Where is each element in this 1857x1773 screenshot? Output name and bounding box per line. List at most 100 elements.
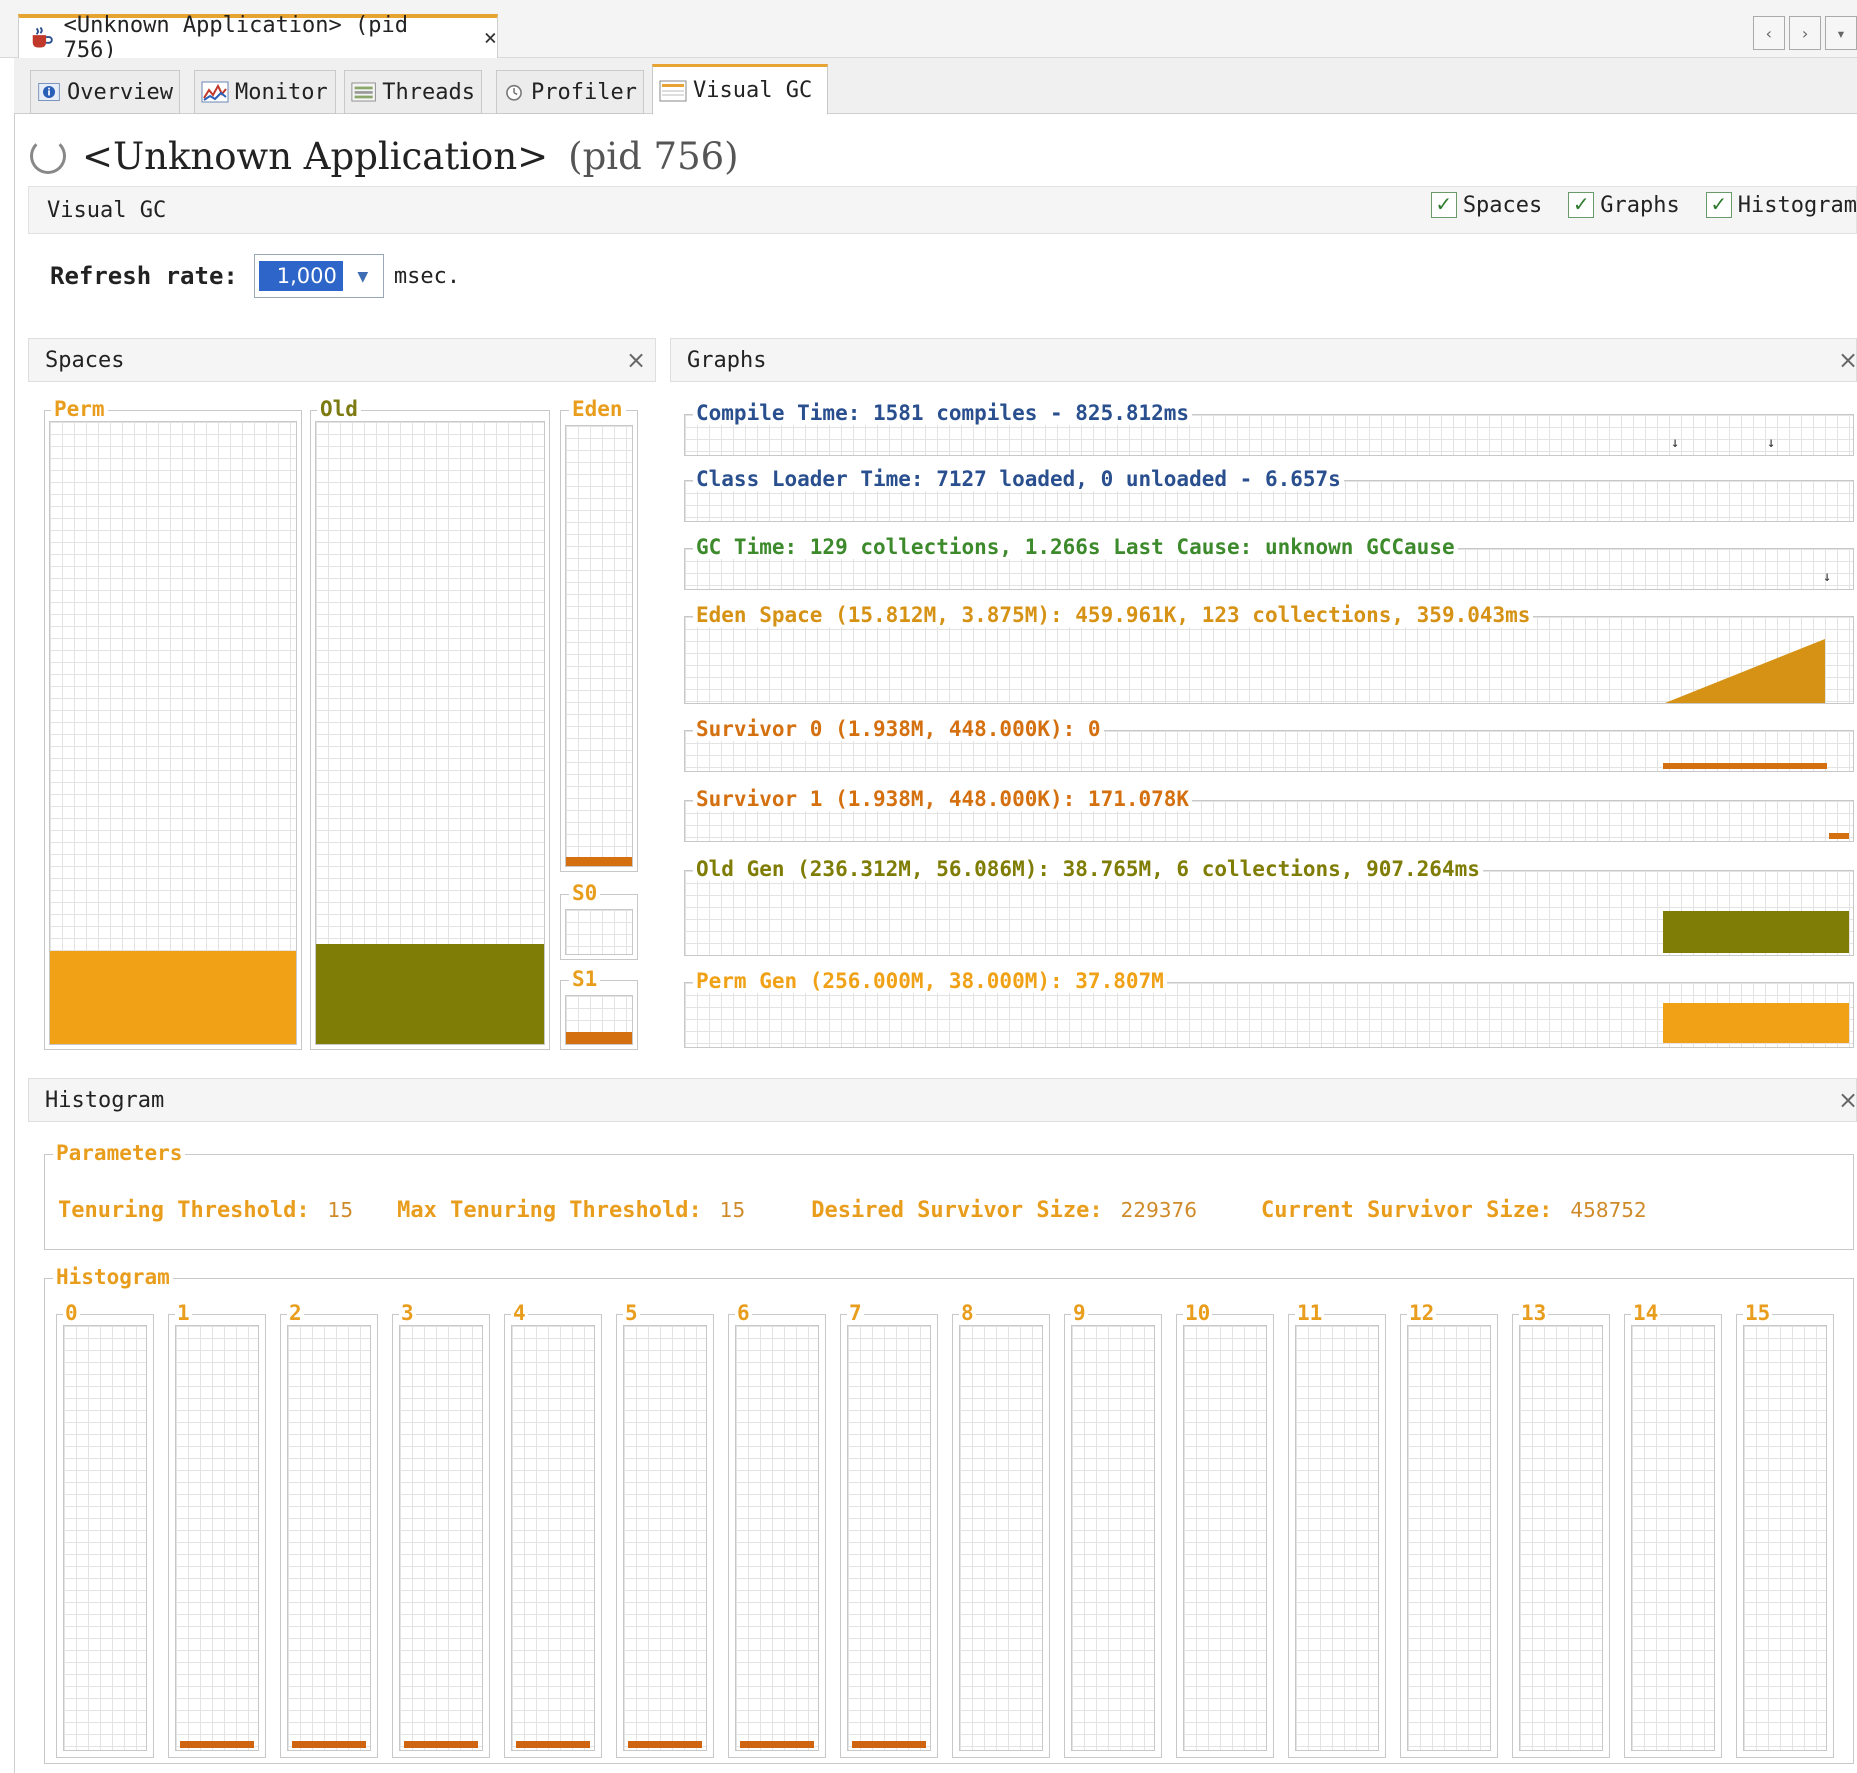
histogram-bucket-grid — [511, 1325, 595, 1751]
perm-space-label: Perm — [51, 397, 108, 421]
refresh-rate-label: Refresh rate: — [50, 262, 238, 290]
old-gen-usage — [1663, 911, 1849, 953]
visual-gc-icon — [659, 80, 687, 101]
histogram-bucket-label: 13 — [1519, 1301, 1549, 1325]
tab-profiler[interactable]: Profiler — [496, 70, 644, 114]
spaces-checkbox[interactable]: ✓ Spaces — [1430, 192, 1542, 218]
application-name: <Unknown Application> — [82, 134, 549, 178]
histogram-bucket: 0 — [56, 1301, 154, 1758]
content-border — [14, 114, 15, 1773]
old-gen-graph: Old Gen (236.312M, 56.086M): 38.765M, 6 … — [684, 857, 1854, 956]
tenuring-threshold-value: 15 — [327, 1198, 354, 1222]
perm-space-frame: Perm — [44, 397, 302, 1050]
histogram-bucket-grid — [847, 1325, 931, 1751]
chevron-down-icon[interactable]: ▼ — [343, 266, 383, 287]
survivor-0-graph: Survivor 0 (1.938M, 448.000K): 0 — [684, 717, 1854, 772]
histogram-bucket: 11 — [1288, 1301, 1386, 1758]
perm-gen-usage — [1663, 1003, 1849, 1043]
histogram-bucket-label: 3 — [399, 1301, 416, 1325]
histogram-bucket: 7 — [840, 1301, 938, 1758]
tab-visual-gc[interactable]: Visual GC — [652, 64, 828, 115]
tab-label: Profiler — [531, 79, 637, 105]
info-icon — [38, 82, 60, 102]
histogram-bucket: 1 — [168, 1301, 266, 1758]
close-icon[interactable]: × — [1838, 1086, 1857, 1114]
current-survivor-size-value: 458752 — [1570, 1198, 1647, 1222]
class-loader-time-graph: Class Loader Time: 7127 loaded, 0 unload… — [684, 467, 1854, 522]
histogram-bucket-grid — [175, 1325, 259, 1751]
compile-time-graph: Compile Time: 1581 compiles - 825.812ms … — [684, 401, 1854, 456]
monitor-chart-icon — [201, 81, 229, 103]
compile-spike-icon: ↓ — [1671, 435, 1680, 451]
histogram-checkbox[interactable]: ✓ Histogram — [1705, 192, 1857, 218]
threads-icon — [351, 82, 376, 102]
refresh-rate-select[interactable]: 1,000 ▼ — [253, 254, 384, 298]
histogram-bucket-label: 11 — [1295, 1301, 1325, 1325]
refresh-rate-unit: msec. — [393, 263, 461, 289]
histogram-bucket-label: 15 — [1743, 1301, 1773, 1325]
s1-space-grid — [565, 995, 633, 1045]
tab-threads[interactable]: Threads — [344, 70, 482, 114]
max-tenuring-threshold-value: 15 — [719, 1198, 746, 1222]
histogram-bucket: 5 — [616, 1301, 714, 1758]
histogram-bucket-bar — [852, 1741, 926, 1748]
tab-label: Monitor — [235, 79, 328, 105]
histogram-bucket-grid — [399, 1325, 483, 1751]
histogram-bucket-grid — [1743, 1325, 1827, 1751]
histogram-bucket: 8 — [952, 1301, 1050, 1758]
gc-time-title: GC Time: 129 collections, 1.266s Last Ca… — [693, 535, 1458, 559]
graphs-checkbox[interactable]: ✓ Graphs — [1568, 192, 1680, 218]
histogram-bucket-label: 14 — [1631, 1301, 1661, 1325]
histogram-bucket-bar — [740, 1741, 814, 1748]
scroll-left-icon[interactable]: ‹ — [1753, 16, 1785, 50]
eden-space-graph: Eden Space (15.812M, 3.875M): 459.961K, … — [684, 603, 1854, 704]
histogram-bucket-label: 9 — [1071, 1301, 1088, 1325]
histogram-bucket: 15 — [1736, 1301, 1834, 1758]
java-cup-icon — [32, 26, 53, 48]
s1-space-fill — [566, 1032, 632, 1044]
histogram-subtitle: Histogram — [53, 1265, 173, 1289]
histogram-bucket-label: 4 — [511, 1301, 528, 1325]
gc-spike-icon: ↓ — [1823, 569, 1832, 585]
tab-navigation: ‹ › ▾ — [1753, 16, 1857, 50]
tab-list-dropdown-icon[interactable]: ▾ — [1825, 16, 1857, 50]
histogram-bucket-bar — [292, 1741, 366, 1748]
perm-space-fill — [50, 950, 296, 1044]
compile-time-title: Compile Time: 1581 compiles - 825.812ms — [693, 401, 1193, 425]
spaces-panel-header: Spaces — [28, 338, 656, 382]
document-tab[interactable]: <Unknown Application> (pid 756) × — [18, 13, 498, 63]
current-survivor-size-label: Current Survivor Size: — [1260, 1198, 1553, 1223]
graphs-panel-title: Graphs — [687, 347, 767, 373]
histogram-bucket-grid — [287, 1325, 371, 1751]
s0-space-label: S0 — [569, 881, 601, 905]
close-icon[interactable]: × — [1838, 346, 1857, 374]
histogram-bucket-grid — [1519, 1325, 1603, 1751]
refresh-rate-row: Refresh rate: 1,000 ▼ msec. — [50, 254, 460, 298]
page-title: <Unknown Application> (pid 756) — [30, 126, 739, 186]
survivor-1-usage — [1829, 833, 1849, 839]
histogram-panel-header: Histogram — [28, 1078, 1857, 1122]
s1-space-frame: S1 — [560, 967, 638, 1050]
survivor-0-usage — [1663, 763, 1827, 769]
histogram-bucket: 9 — [1064, 1301, 1162, 1758]
perm-gen-graph: Perm Gen (256.000M, 38.000M): 37.807M — [684, 969, 1854, 1048]
histogram-bucket-grid — [623, 1325, 707, 1751]
old-space-grid — [315, 421, 545, 1045]
graphs-panel-header: Graphs — [670, 338, 1857, 382]
histogram-bucket: 3 — [392, 1301, 490, 1758]
close-icon[interactable]: × — [484, 26, 497, 51]
histogram-bucket-grid — [959, 1325, 1043, 1751]
eden-usage-ramp — [1665, 639, 1825, 703]
gc-time-graph: GC Time: 129 collections, 1.266s Last Ca… — [684, 535, 1854, 590]
tab-monitor[interactable]: Monitor — [194, 70, 336, 114]
scroll-right-icon[interactable]: › — [1789, 16, 1821, 50]
compile-spike-icon: ↓ — [1767, 435, 1776, 451]
histogram-bucket-grid — [1071, 1325, 1155, 1751]
close-icon[interactable]: × — [626, 346, 646, 374]
eden-space-label: Eden — [569, 397, 626, 421]
tab-overview[interactable]: Overview — [30, 70, 180, 114]
old-space-frame: Old — [310, 397, 550, 1050]
tab-label: Overview — [67, 79, 173, 105]
s0-space-frame: S0 — [560, 881, 638, 960]
perm-gen-title: Perm Gen (256.000M, 38.000M): 37.807M — [693, 969, 1167, 993]
